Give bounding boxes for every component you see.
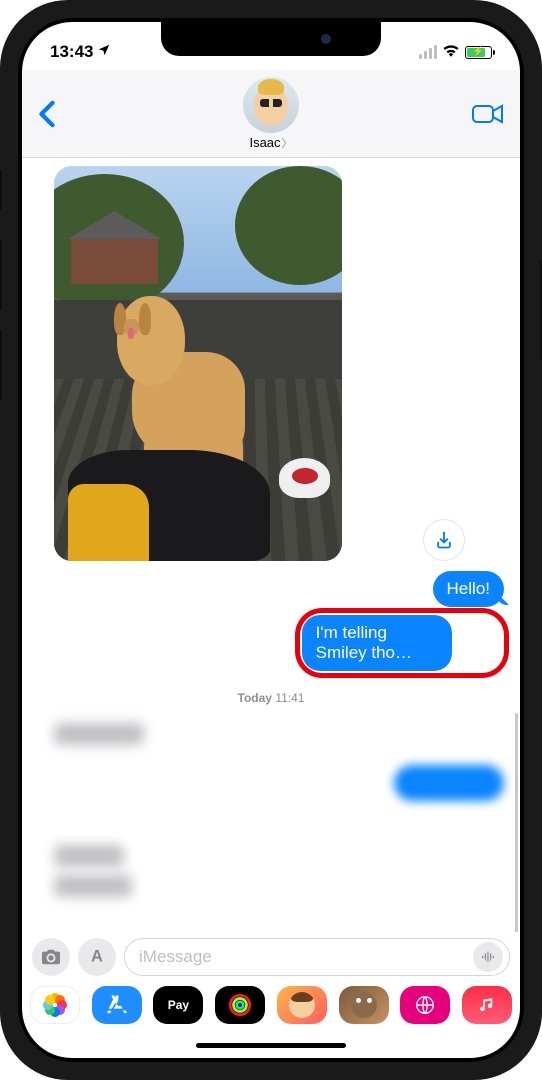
imessage-app-strip[interactable]: Pay	[22, 982, 520, 1032]
redacted-received-message	[54, 723, 144, 745]
photos-app-icon[interactable]	[30, 986, 80, 1024]
app-store-button[interactable]: A	[78, 938, 116, 976]
input-bar: A iMessage	[22, 932, 520, 982]
fitness-app-icon[interactable]	[215, 986, 265, 1024]
screen: 13:43 ⚡	[22, 22, 520, 1058]
audio-record-button[interactable]	[473, 942, 503, 972]
save-photo-button[interactable]	[424, 520, 464, 560]
contact-name-label: Isaac	[249, 135, 280, 150]
timestamp-separator: Today 11:41	[32, 691, 510, 705]
sent-message-bubble[interactable]: Hello!	[433, 571, 504, 607]
notch	[161, 22, 381, 56]
back-button[interactable]	[38, 94, 78, 134]
facetime-button[interactable]	[464, 94, 504, 134]
chevron-right-icon: 〉	[282, 135, 293, 151]
sent-message-bubble[interactable]: I'm telling Smiley tho…	[302, 615, 452, 671]
received-photo-message[interactable]	[54, 166, 342, 561]
highlighted-annotation: I'm telling Smiley tho…	[300, 613, 504, 673]
scroll-indicator	[515, 713, 518, 932]
conversation-header: Isaac 〉	[22, 70, 520, 158]
stickers-app-icon[interactable]	[339, 986, 389, 1024]
apple-pay-app-icon[interactable]: Pay	[153, 986, 203, 1024]
contact-avatar	[243, 77, 299, 133]
app-store-app-icon[interactable]	[92, 986, 142, 1024]
message-placeholder: iMessage	[139, 947, 212, 967]
home-indicator[interactable]	[22, 1032, 520, 1058]
digital-touch-app-icon[interactable]	[400, 986, 450, 1024]
svg-text:A: A	[91, 948, 103, 966]
mute-switch	[0, 170, 2, 210]
messages-scroll[interactable]: Hello! I'm telling Smiley tho… Today 11:…	[22, 158, 520, 932]
camera-button[interactable]	[32, 938, 70, 976]
memoji-app-icon[interactable]	[277, 986, 327, 1024]
redacted-received-message	[54, 875, 132, 897]
redacted-sent-message	[394, 765, 504, 801]
cell-signal-icon	[419, 45, 437, 59]
location-arrow-icon	[97, 42, 111, 62]
redacted-received-message	[54, 845, 124, 867]
battery-charging-icon: ⚡	[465, 46, 492, 59]
music-app-icon[interactable]	[462, 986, 512, 1024]
phone-frame: 13:43 ⚡	[0, 0, 542, 1080]
volume-down-button	[0, 330, 2, 400]
contact-details-button[interactable]: Isaac 〉	[243, 77, 299, 151]
wifi-icon	[442, 42, 460, 62]
status-time: 13:43	[50, 42, 93, 62]
message-input[interactable]: iMessage	[124, 938, 510, 976]
volume-up-button	[0, 240, 2, 310]
